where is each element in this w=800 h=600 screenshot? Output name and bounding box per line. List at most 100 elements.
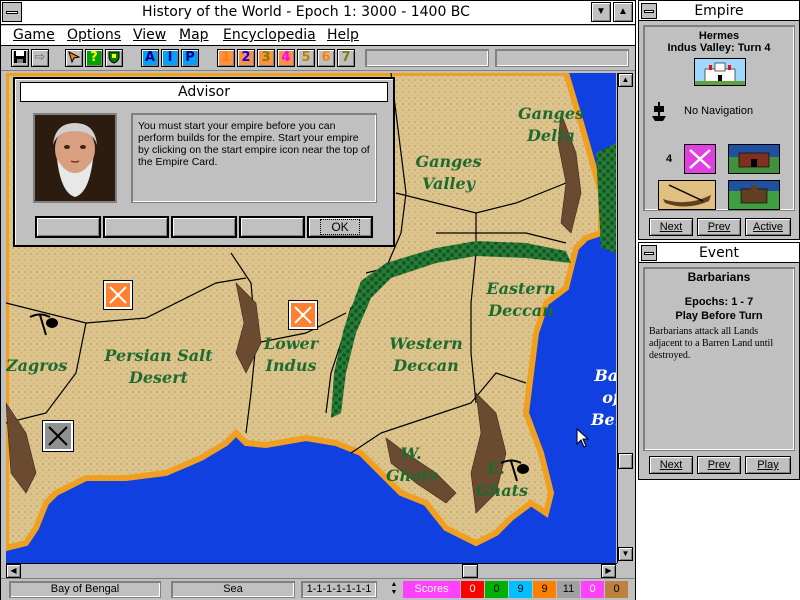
- event-play-note: Play Before Turn: [675, 310, 763, 322]
- advisor-dialog: Advisor You must start your empire befor…: [13, 77, 395, 247]
- save-button[interactable]: [11, 49, 29, 67]
- empire-active-label: Active: [753, 221, 783, 233]
- start-empire-icon[interactable]: [694, 58, 746, 86]
- toolbar-letter-a-label: A: [144, 50, 156, 65]
- menu-view[interactable]: View: [133, 27, 166, 43]
- event-description: Barbarians attack all Lands adjacent to …: [649, 326, 774, 361]
- scroll-thumb-vertical[interactable]: [618, 453, 633, 469]
- region-western-deccan: Western Deccan: [386, 333, 466, 377]
- army-card[interactable]: [684, 144, 716, 174]
- region-persian-salt-desert: Persian Salt Desert: [101, 345, 216, 389]
- region-ganges-delta-label: Ganges Delta: [517, 104, 585, 145]
- empire-active-button[interactable]: Active: [745, 218, 791, 236]
- crossed-swords-icon[interactable]: [42, 420, 74, 452]
- menu-help[interactable]: Help: [327, 27, 359, 43]
- swords-glyph: [109, 286, 127, 304]
- menu-bar: Game Options View Map Encyclopedia Help: [1, 26, 635, 46]
- toolbar-player-5-label: 5: [301, 50, 311, 65]
- event-next-button[interactable]: Next: [649, 456, 693, 474]
- advisor-button-3[interactable]: [171, 216, 237, 238]
- cursor-icon: [68, 51, 81, 64]
- pick-axe-icon: [28, 313, 60, 342]
- crossed-swords-icon[interactable]: [288, 300, 318, 330]
- toolbar-letter-i[interactable]: I: [161, 49, 179, 67]
- scroll-up-arrow[interactable]: ▲: [618, 73, 633, 87]
- scroll-down-arrow[interactable]: ▼: [618, 547, 633, 561]
- region-eastern-deccan: Eastern Deccan: [481, 278, 561, 322]
- status-spinner[interactable]: ▲ ▼: [387, 581, 401, 598]
- advisor-button-4[interactable]: [239, 216, 305, 238]
- toolbar-letter-a[interactable]: A: [141, 49, 159, 67]
- region-ganges-valley: Ganges Valley: [411, 151, 486, 195]
- score-player-2: 0: [485, 581, 509, 598]
- empire-panel: Empire Hermes Indus Valley: Turn 4 No Na…: [638, 0, 800, 240]
- scroll-right-arrow[interactable]: ▶: [601, 564, 616, 578]
- toolbar-letter-i-label: I: [167, 50, 173, 65]
- scroll-thumb-horizontal[interactable]: [462, 564, 478, 578]
- toolbar-player-7[interactable]: 7: [337, 49, 355, 67]
- advisor-ok-button[interactable]: OK: [307, 216, 373, 238]
- event-play-label: Play: [757, 459, 779, 471]
- fortress-glyph: [729, 145, 779, 168]
- toolbar-player-4-label: 4: [281, 50, 291, 65]
- event-play-button[interactable]: Play: [745, 456, 791, 474]
- pick-axe-glyph: [29, 313, 58, 336]
- help-button[interactable]: ?: [85, 49, 103, 67]
- main-window: History of the World - Epoch 1: 3000 - 1…: [0, 0, 636, 600]
- toolbar-player-4[interactable]: 4: [277, 49, 295, 67]
- shield-icon: [108, 51, 120, 64]
- toolbar-player-2[interactable]: 2: [237, 49, 255, 67]
- advisor-button-1[interactable]: [35, 216, 101, 238]
- pointer-button[interactable]: [65, 49, 83, 67]
- swords-glyph: [294, 306, 312, 324]
- event-prev-button[interactable]: Prev: [697, 456, 741, 474]
- event-panel-close-button[interactable]: [641, 245, 657, 261]
- crossed-swords-icon[interactable]: [103, 280, 133, 310]
- triangle-down-icon: ▼: [390, 589, 398, 596]
- advisor-button-2[interactable]: [103, 216, 169, 238]
- region-w-ghats-label: W. Ghats: [386, 444, 439, 485]
- toolbar-player-1[interactable]: 1: [217, 49, 235, 67]
- toolbar-player-3[interactable]: 3: [257, 49, 275, 67]
- menu-help-label: Help: [327, 27, 359, 43]
- title-bar: History of the World - Epoch 1: 3000 - 1…: [1, 1, 635, 25]
- monument-card[interactable]: [728, 180, 780, 210]
- fortress-card[interactable]: [728, 144, 780, 174]
- toolbar-player-5[interactable]: 5: [297, 49, 315, 67]
- window-title: History of the World - Epoch 1: 3000 - 1…: [142, 4, 470, 20]
- score-player-1: 0: [461, 581, 485, 598]
- maximize-button[interactable]: ▲: [613, 2, 633, 22]
- system-menu-button[interactable]: [2, 2, 22, 22]
- boat-card[interactable]: [658, 180, 716, 210]
- empire-prev-button[interactable]: Prev: [697, 218, 741, 236]
- toolbar-player-7-label: 7: [341, 50, 351, 65]
- toolbar-player-3-label: 3: [261, 50, 271, 65]
- forward-button[interactable]: ⇨: [31, 49, 49, 67]
- empire-prev-label: Prev: [707, 221, 731, 233]
- region-ganges-valley-label: Ganges Valley: [415, 152, 482, 193]
- empire-next-button[interactable]: Next: [649, 218, 693, 236]
- advisor-title: Advisor: [20, 82, 388, 102]
- region-persian-salt-desert-label: Persian Salt Desert: [104, 346, 213, 387]
- shield-button[interactable]: [105, 49, 123, 67]
- toolbar-letter-p[interactable]: P: [181, 49, 199, 67]
- horizontal-scrollbar[interactable]: ◀ ▶: [6, 563, 617, 578]
- empire-panel-title-text: Empire: [694, 3, 744, 19]
- menu-game[interactable]: Game: [13, 27, 55, 43]
- toolbar-field-right: [495, 49, 629, 67]
- scroll-left-arrow[interactable]: ◀: [6, 564, 21, 578]
- menu-encyclopedia[interactable]: Encyclopedia: [223, 27, 316, 43]
- menu-options[interactable]: Options: [67, 27, 121, 43]
- empire-panel-close-button[interactable]: [641, 3, 657, 19]
- toolbar-player-6[interactable]: 6: [317, 49, 335, 67]
- menu-game-label: Game: [13, 27, 55, 43]
- menu-map-label: Map: [179, 27, 209, 43]
- region-lower-indus-label: Lower Indus: [263, 334, 319, 375]
- region-lower-indus: Lower Indus: [261, 333, 321, 377]
- menu-map[interactable]: Map: [179, 27, 209, 43]
- advisor-portrait: [33, 113, 117, 203]
- minimize-button[interactable]: ▼: [591, 2, 611, 22]
- vertical-scrollbar[interactable]: ▲ ▼: [617, 73, 633, 563]
- question-icon: ?: [90, 50, 98, 65]
- event-panel: Event Barbarians Epochs: 1 - 7 Play Befo…: [638, 242, 800, 480]
